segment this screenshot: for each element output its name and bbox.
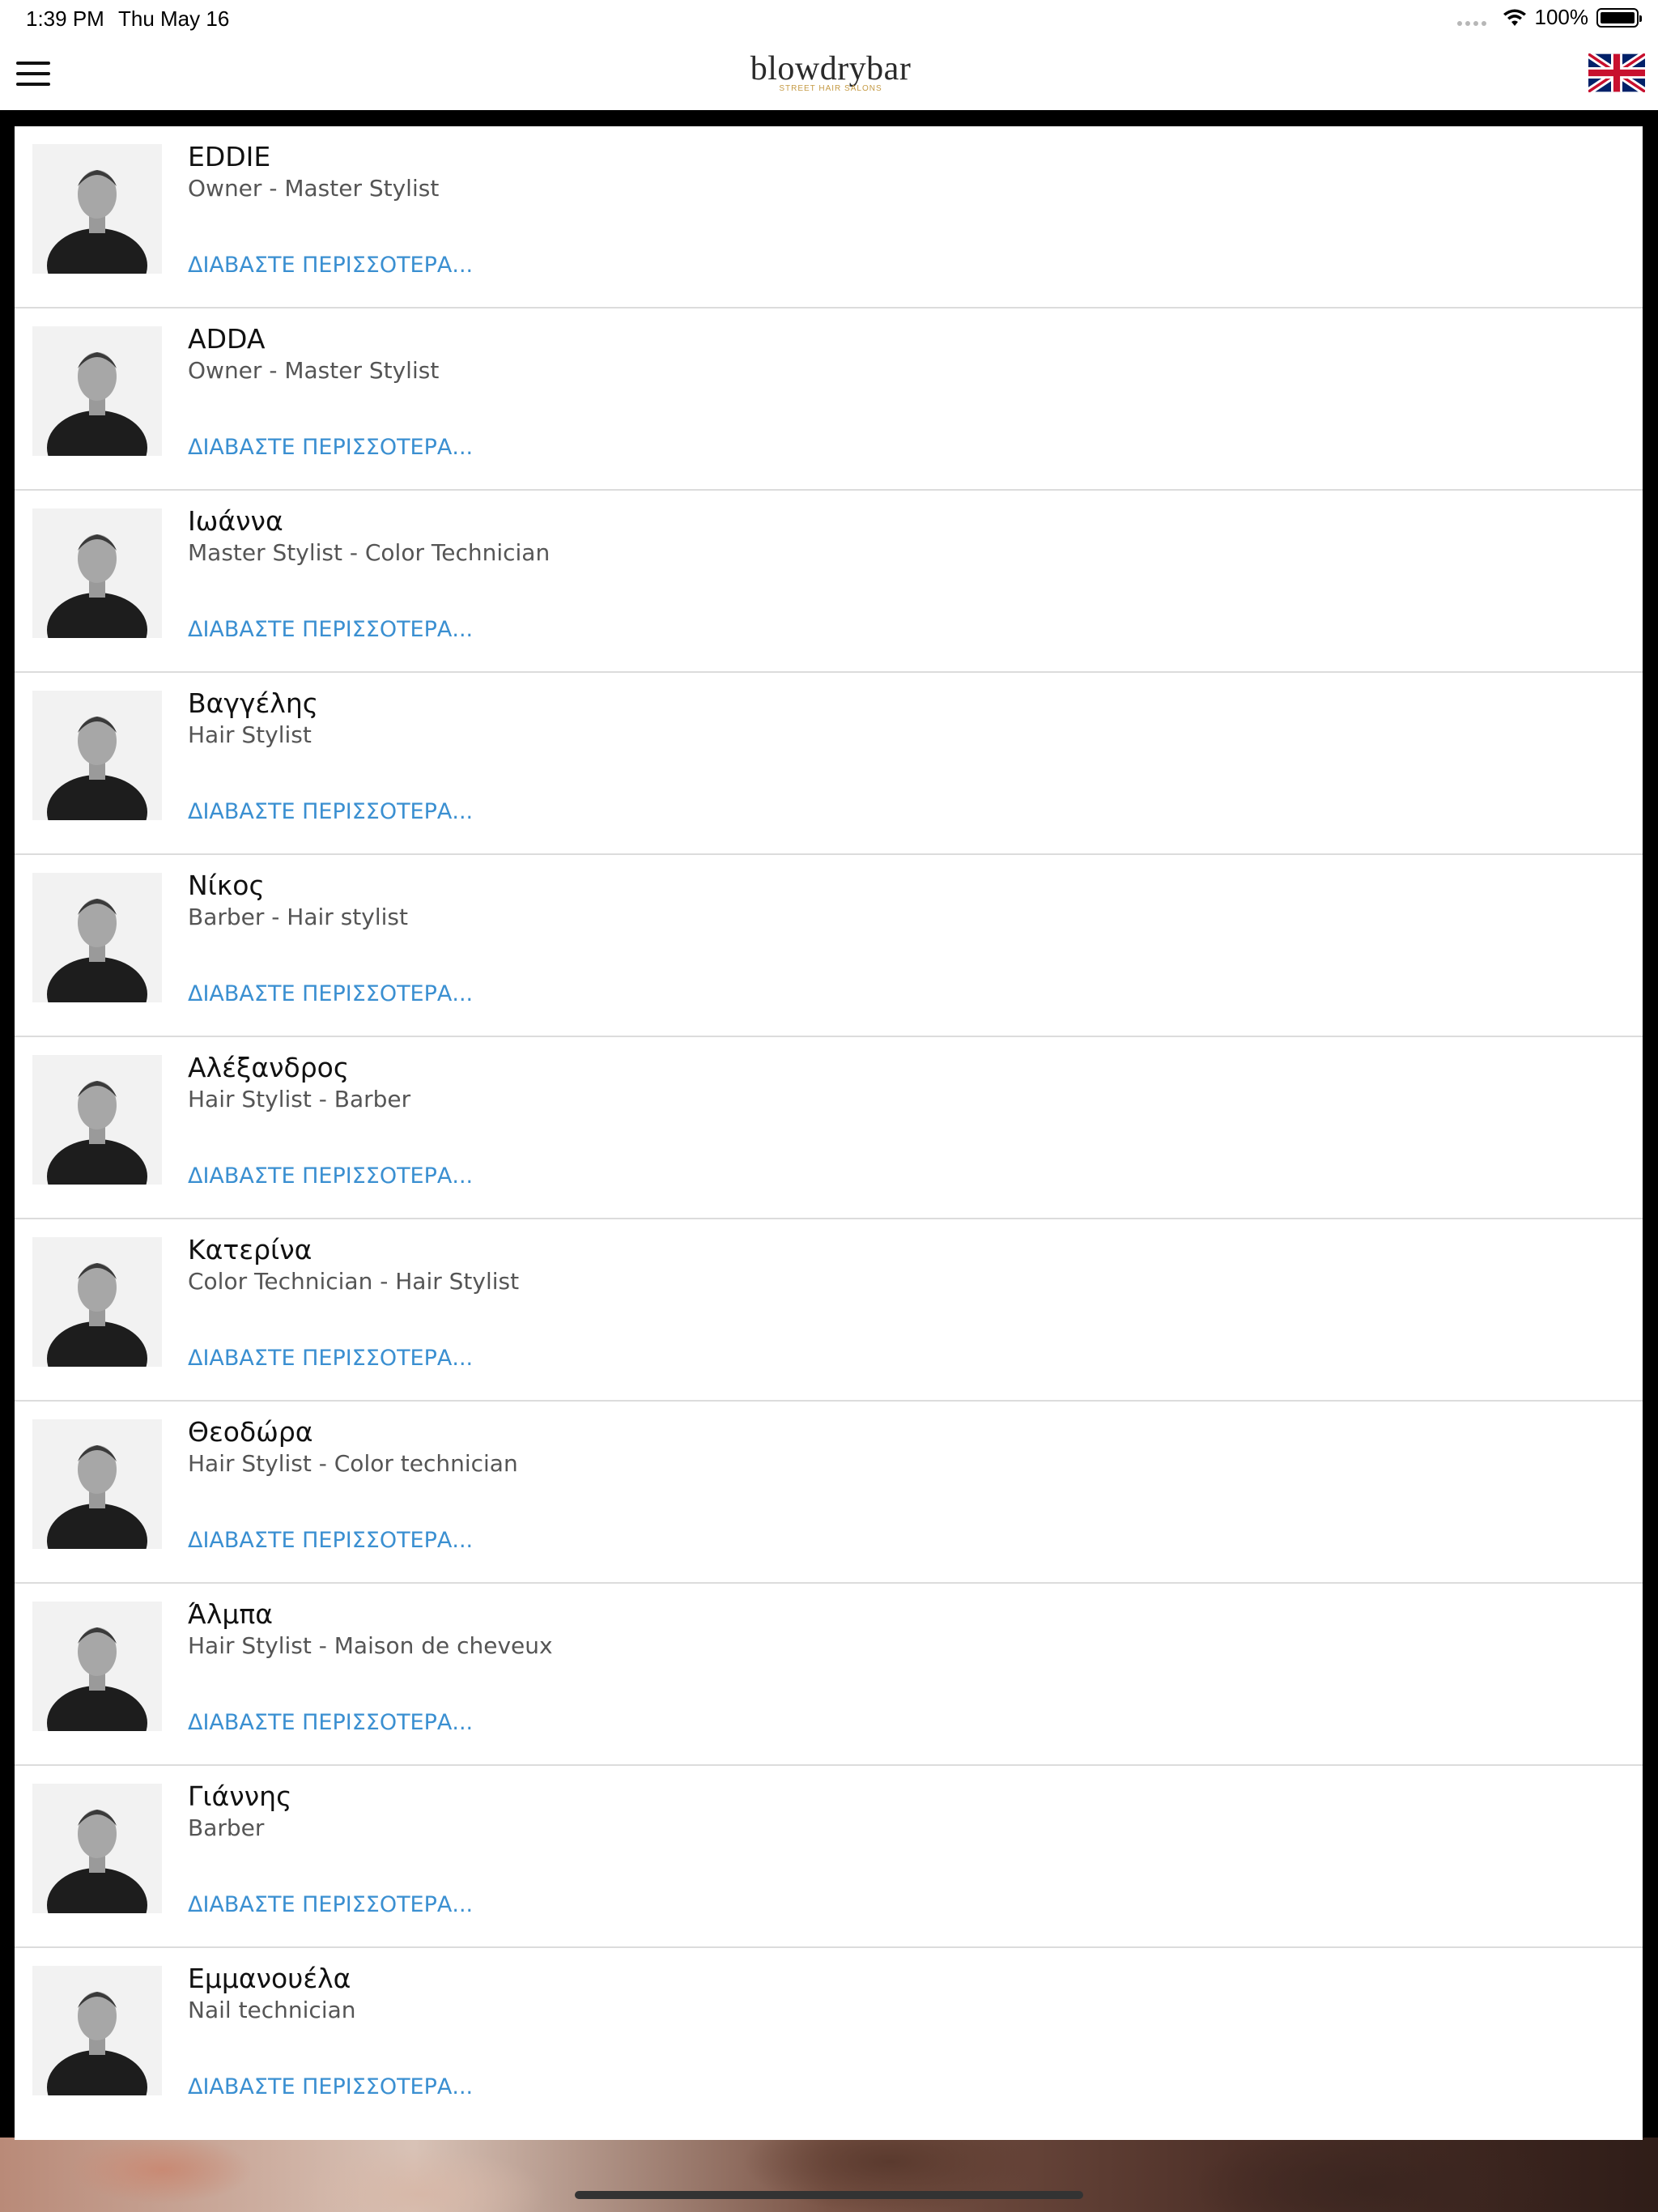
read-more-link[interactable]: ΔΙΑΒΑΣΤΕ ΠΕΡΙΣΣΟΤΕΡΑ... <box>188 981 473 1006</box>
staff-name: Θεοδώρα <box>188 1416 313 1448</box>
status-time: 1:39 PM <box>26 6 104 31</box>
home-indicator[interactable] <box>575 2191 1083 2199</box>
staff-list: EDDIE Owner - Master Stylist ΔΙΑΒΑΣΤΕ ΠΕ… <box>15 126 1643 2130</box>
read-more-link[interactable]: ΔΙΑΒΑΣΤΕ ΠΕΡΙΣΣΟΤΕΡΑ... <box>188 253 473 278</box>
read-more-link[interactable]: ΔΙΑΒΑΣΤΕ ΠΕΡΙΣΣΟΤΕΡΑ... <box>188 1710 473 1735</box>
logo-text: blowdrybar <box>750 50 912 87</box>
staff-role: Hair Stylist <box>188 721 312 748</box>
staff-role: Owner - Master Stylist <box>188 175 440 202</box>
staff-photo <box>32 1055 162 1185</box>
staff-photo <box>32 691 162 820</box>
staff-name: Γιάννης <box>188 1780 292 1812</box>
read-more-link[interactable]: ΔΙΑΒΑΣΤΕ ΠΕΡΙΣΣΟΤΕΡΑ... <box>188 1346 473 1371</box>
staff-panel: EDDIE Owner - Master Stylist ΔΙΑΒΑΣΤΕ ΠΕ… <box>15 126 1643 2140</box>
status-icons: 100% <box>1456 5 1642 30</box>
staff-row[interactable]: Εμμανουέλα Nail technician ΔΙΑΒΑΣΤΕ ΠΕΡΙ… <box>15 1948 1643 2130</box>
staff-name: Κατερίνα <box>188 1234 312 1266</box>
staff-role: Barber - Hair stylist <box>188 904 408 930</box>
staff-name: Άλμπα <box>188 1598 273 1630</box>
staff-name: Νίκος <box>188 870 265 901</box>
staff-role: Color Technician - Hair Stylist <box>188 1268 520 1295</box>
uk-flag-icon[interactable] <box>1586 50 1647 96</box>
staff-role: Hair Stylist - Maison de cheveux <box>188 1632 553 1659</box>
staff-name: Αλέξανδρος <box>188 1052 350 1083</box>
app-root: 1:39 PM Thu May 16 100% blowdrybar STREE… <box>0 0 1658 2212</box>
background-photo <box>0 2138 1658 2212</box>
staff-row[interactable]: Κατερίνα Color Technician - Hair Stylist… <box>15 1219 1643 1402</box>
staff-row[interactable]: Νίκος Barber - Hair stylist ΔΙΑΒΑΣΤΕ ΠΕΡ… <box>15 855 1643 1037</box>
staff-name: EDDIE <box>188 141 271 172</box>
brand-logo: blowdrybar STREET HAIR SALONS <box>743 52 918 97</box>
read-more-link[interactable]: ΔΙΑΒΑΣΤΕ ΠΕΡΙΣΣΟΤΕΡΑ... <box>188 435 473 460</box>
staff-row[interactable]: Θεοδώρα Hair Stylist - Color technician … <box>15 1402 1643 1584</box>
staff-photo <box>32 1602 162 1731</box>
wifi-icon <box>1503 9 1526 26</box>
battery-icon <box>1596 7 1642 28</box>
staff-photo <box>32 1966 162 2095</box>
staff-role: Hair Stylist - Color technician <box>188 1450 518 1477</box>
staff-photo <box>32 873 162 1002</box>
staff-row[interactable]: Άλμπα Hair Stylist - Maison de cheveux Δ… <box>15 1584 1643 1766</box>
read-more-link[interactable]: ΔΙΑΒΑΣΤΕ ΠΕΡΙΣΣΟΤΕΡΑ... <box>188 617 473 642</box>
staff-name: Βαγγέλης <box>188 687 319 719</box>
staff-role: Owner - Master Stylist <box>188 357 440 384</box>
read-more-link[interactable]: ΔΙΑΒΑΣΤΕ ΠΕΡΙΣΣΟΤΕΡΑ... <box>188 799 473 824</box>
staff-photo <box>32 326 162 456</box>
staff-photo <box>32 508 162 638</box>
staff-row[interactable]: Γιάννης Barber ΔΙΑΒΑΣΤΕ ΠΕΡΙΣΣΟΤΕΡΑ... <box>15 1766 1643 1948</box>
staff-row[interactable]: ADDA Owner - Master Stylist ΔΙΑΒΑΣΤΕ ΠΕΡ… <box>15 308 1643 491</box>
staff-role: Hair Stylist - Barber <box>188 1086 411 1112</box>
hamburger-menu-icon[interactable] <box>16 60 50 87</box>
staff-row[interactable]: EDDIE Owner - Master Stylist ΔΙΑΒΑΣΤΕ ΠΕ… <box>15 126 1643 308</box>
staff-photo <box>32 1784 162 1913</box>
read-more-link[interactable]: ΔΙΑΒΑΣΤΕ ΠΕΡΙΣΣΟΤΕΡΑ... <box>188 1163 473 1189</box>
status-date: Thu May 16 <box>118 6 230 31</box>
staff-photo <box>32 144 162 274</box>
staff-role: Barber <box>188 1814 265 1841</box>
read-more-link[interactable]: ΔΙΑΒΑΣΤΕ ΠΕΡΙΣΣΟΤΕΡΑ... <box>188 2074 473 2099</box>
staff-photo <box>32 1419 162 1549</box>
read-more-link[interactable]: ΔΙΑΒΑΣΤΕ ΠΕΡΙΣΣΟΤΕΡΑ... <box>188 1528 473 1553</box>
staff-name: Ιωάννα <box>188 505 283 537</box>
staff-name: ADDA <box>188 323 266 355</box>
battery-percent: 100% <box>1534 5 1589 29</box>
staff-name: Εμμανουέλα <box>188 1963 351 1994</box>
signal-dots-icon <box>1456 10 1486 26</box>
staff-row[interactable]: Αλέξανδρος Hair Stylist - Barber ΔΙΑΒΑΣΤ… <box>15 1037 1643 1219</box>
staff-row[interactable]: Βαγγέλης Hair Stylist ΔΙΑΒΑΣΤΕ ΠΕΡΙΣΣΟΤΕ… <box>15 673 1643 855</box>
staff-photo <box>32 1237 162 1367</box>
read-more-link[interactable]: ΔΙΑΒΑΣΤΕ ΠΕΡΙΣΣΟΤΕΡΑ... <box>188 1892 473 1917</box>
staff-role: Nail technician <box>188 1997 356 2023</box>
nav-bar: blowdrybar STREET HAIR SALONS <box>0 37 1658 110</box>
staff-role: Master Stylist - Color Technician <box>188 539 551 566</box>
status-bar: 1:39 PM Thu May 16 100% <box>0 0 1658 37</box>
staff-row[interactable]: Ιωάννα Master Stylist - Color Technician… <box>15 491 1643 673</box>
